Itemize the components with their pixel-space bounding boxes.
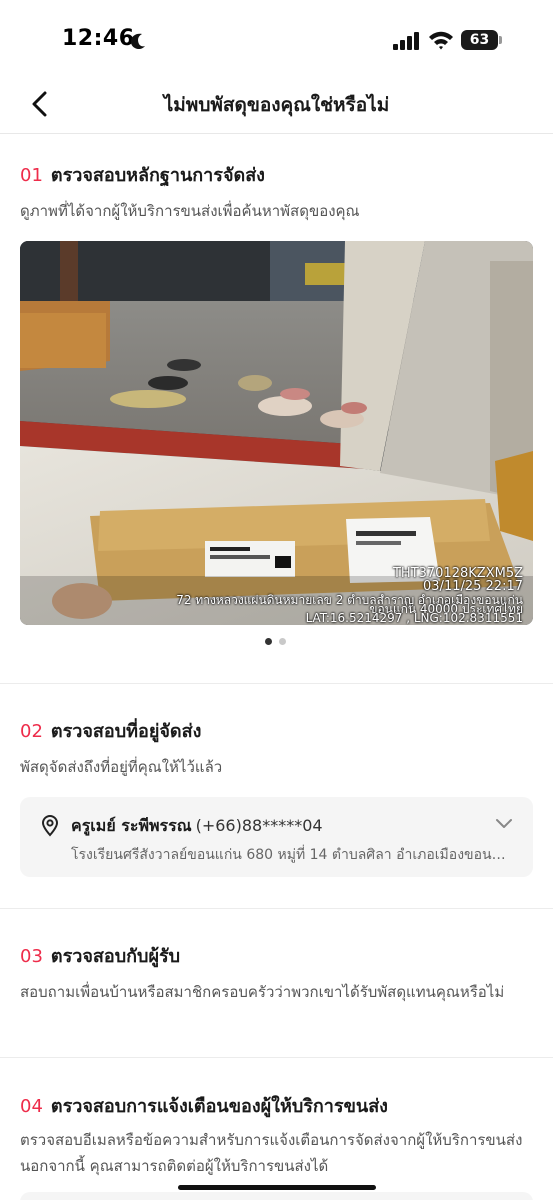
location-pin-icon — [41, 815, 59, 837]
recipient-name: ครูเมย์ ระพีพรรณ — [71, 816, 192, 835]
section-3-desc: สอบถามเพื่อนบ้านหรือสมาชิกครอบครัวว่าพวก… — [20, 983, 505, 1001]
carousel-dot[interactable] — [279, 638, 286, 645]
section-1-heading: 01 ตรวจสอบหลักฐานการจัดส่ง — [20, 160, 265, 189]
section-4-desc: ตรวจสอบอีเมลหรือข้อความสำหรับการแจ้งเตือ… — [20, 1131, 523, 1175]
section-4-number: 04 — [20, 1096, 43, 1117]
bottom-card-peek — [20, 1192, 533, 1200]
section-2-title: ตรวจสอบที่อยู่จัดส่ง — [50, 721, 202, 742]
section-2-desc: พัสดุจัดส่งถึงที่อยู่ที่คุณให้ไว้แล้ว — [20, 758, 223, 776]
nav-bar: ไม่พบพัสดุของคุณใช่หรือไม่ — [0, 78, 553, 134]
recipient-phone: (+66)88*****04 — [195, 816, 323, 835]
page-title: ไม่พบพัสดุของคุณใช่หรือไม่ — [163, 94, 390, 116]
section-2-number: 02 — [20, 721, 43, 742]
section-divider — [0, 1057, 553, 1058]
section-2-heading: 02 ตรวจสอบที่อยู่จัดส่ง — [20, 716, 201, 745]
signal-icon — [393, 32, 419, 50]
moon-icon — [131, 33, 145, 50]
section-divider — [0, 683, 553, 684]
section-1-title: ตรวจสอบหลักฐานการจัดส่ง — [50, 165, 265, 186]
battery-icon: 63 — [461, 30, 503, 50]
chevron-down-icon[interactable] — [495, 817, 513, 831]
carousel-dot-active[interactable] — [265, 638, 272, 645]
section-3-heading: 03 ตรวจสอบกับผู้รับ — [20, 941, 180, 970]
section-1-desc: ดูภาพที่ได้จากผู้ให้บริการขนส่งเพื่อค้นห… — [20, 202, 360, 220]
section-3-number: 03 — [20, 946, 43, 967]
status-bar: 12:46 63 — [0, 0, 553, 78]
section-3-title: ตรวจสอบกับผู้รับ — [50, 946, 181, 967]
wifi-icon — [429, 31, 453, 50]
section-4-title: ตรวจสอบการแจ้งเตือนของผู้ให้บริการขนส่ง — [50, 1096, 388, 1117]
home-indicator[interactable] — [178, 1185, 376, 1190]
address-line: โรงเรียนศรีสังวาลย์ขอนแก่น 680 หมู่ที่ 1… — [71, 847, 511, 863]
delivery-proof-photo[interactable]: THT370128KZXM5Z 03/11/25 22:17 72 ทางหลว… — [20, 241, 533, 625]
section-divider — [0, 908, 553, 909]
carousel-indicator — [265, 638, 289, 646]
status-time: 12:46 — [62, 26, 135, 51]
address-card[interactable]: ครูเมย์ ระพีพรรณ (+66)88*****04 โรงเรียนศ… — [20, 797, 533, 877]
battery-nub — [499, 36, 502, 44]
section-4-heading: 04 ตรวจสอบการแจ้งเตือนของผู้ให้บริการขนส่… — [20, 1091, 388, 1120]
photo-coordinates: LAT:16.5214297 , LNG:102.8311551 — [305, 611, 523, 625]
battery-level: 63 — [461, 30, 498, 50]
section-1-number: 01 — [20, 165, 43, 186]
recipient-info: ครูเมย์ ระพีพรรณ (+66)88*****04 — [71, 814, 323, 839]
